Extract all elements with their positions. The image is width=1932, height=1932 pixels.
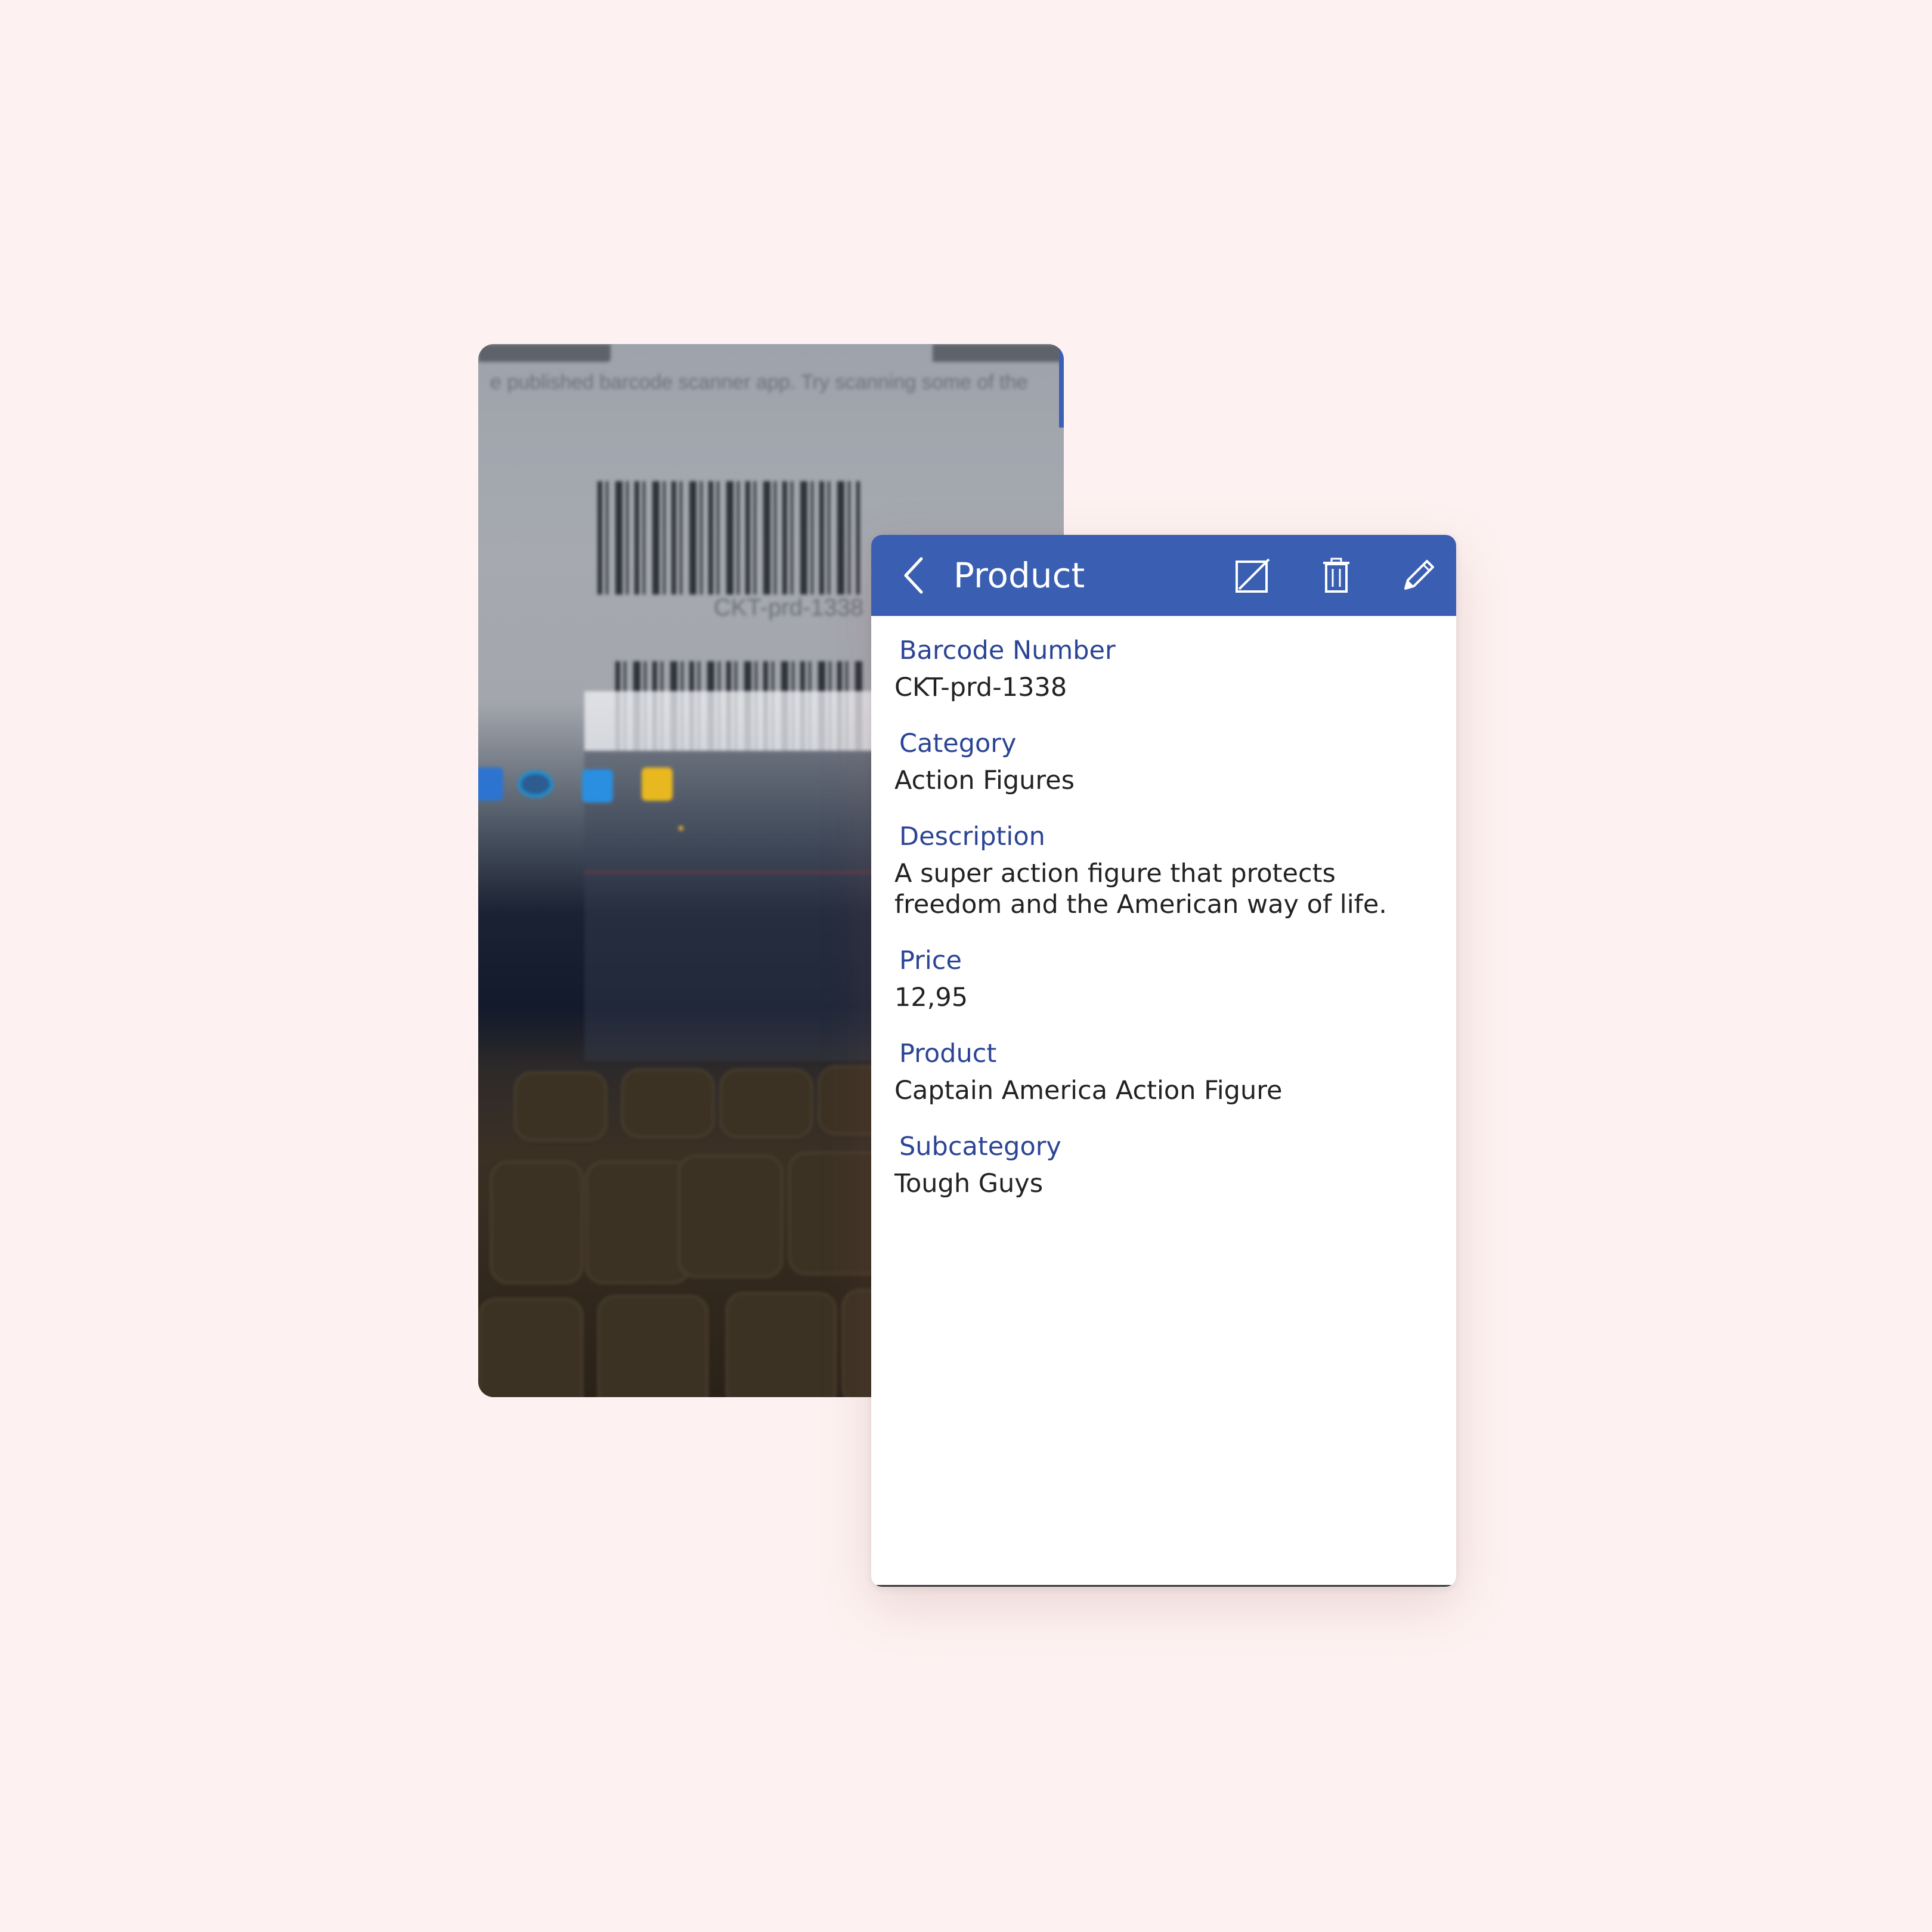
scan-line [584, 872, 894, 873]
taskbar-app-icon [478, 767, 503, 801]
field-value: 12,95 [894, 983, 968, 1013]
keyboard-key [597, 1295, 708, 1397]
keyboard-key [621, 1069, 714, 1138]
field-label: Description [899, 822, 1045, 852]
field-description: Description A super action figure that p… [871, 819, 1456, 920]
field-value: CKT-prd-1338 [894, 673, 1067, 702]
keyboard-key [514, 1072, 607, 1141]
header-bar: Product [871, 535, 1456, 616]
camera-background-text: e published barcode scanner app. Try sca… [490, 371, 1028, 394]
field-price: Price 12,95 [871, 943, 1456, 1013]
chevron-left-icon [904, 557, 923, 594]
camera-topbar-right [933, 344, 1064, 362]
field-label: Product [899, 1039, 997, 1069]
keyboard-key [720, 1069, 813, 1138]
camera-accent-bar [1059, 344, 1064, 428]
field-category: Category Action Figures [871, 726, 1456, 796]
field-barcode-number: Barcode Number CKT-prd-1338 [871, 633, 1456, 703]
keyboard-key [678, 1155, 783, 1278]
page-title: Product [953, 555, 1085, 596]
trash-icon [1323, 558, 1349, 593]
field-subcategory: Subcategory Tough Guys [871, 1129, 1456, 1199]
edit-box-icon [1236, 558, 1270, 593]
edit-form-button[interactable] [1229, 552, 1277, 599]
field-value: Action Figures [894, 766, 1075, 795]
field-label: Barcode Number [899, 636, 1116, 665]
camera-barcode-caption: CKT-prd-1338 [714, 595, 864, 621]
product-detail-screen: Product Barcode Number CKT-prd-1338 Cate… [871, 535, 1456, 1587]
field-label: Subcategory [899, 1132, 1061, 1162]
taskbar-dot [679, 826, 683, 831]
field-label: Price [899, 946, 962, 976]
keyboard-key [726, 1292, 837, 1397]
back-button[interactable] [896, 555, 932, 596]
camera-scan-overlay [584, 751, 894, 1061]
edit-button[interactable] [1395, 552, 1442, 599]
taskbar-app-icon [518, 770, 553, 798]
taskbar-app-icon [642, 767, 673, 801]
taskbar-app-icon [582, 769, 613, 803]
field-label: Category [899, 729, 1017, 758]
pencil-icon [1404, 560, 1434, 590]
scanned-barcode-image [597, 481, 860, 595]
keyboard-key [490, 1161, 583, 1284]
field-product: Product Captain America Action Figure [871, 1036, 1456, 1106]
keyboard-key [586, 1161, 691, 1284]
field-value: Tough Guys [894, 1169, 1044, 1199]
field-value: A super action figure that protects free… [894, 859, 1387, 919]
keyboard-key [478, 1298, 583, 1397]
product-fields: Barcode Number CKT-prd-1338 Category Act… [871, 616, 1456, 1222]
camera-highlight-area [584, 691, 894, 751]
camera-topbar-left [478, 344, 611, 362]
field-value: Captain America Action Figure [894, 1076, 1283, 1106]
delete-button[interactable] [1312, 552, 1360, 599]
